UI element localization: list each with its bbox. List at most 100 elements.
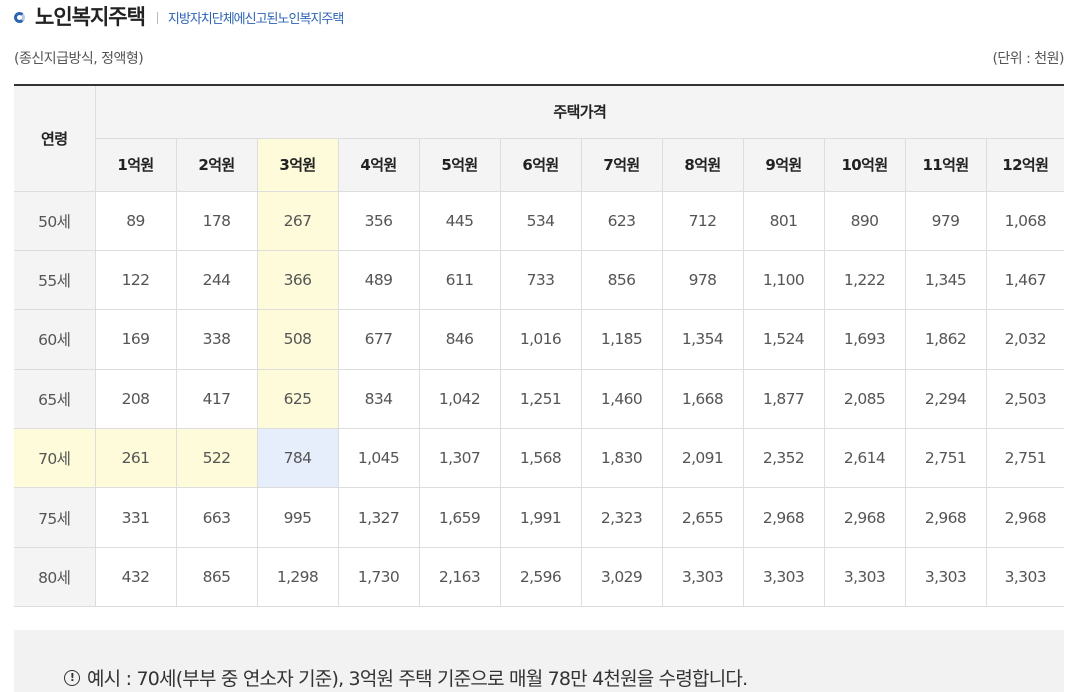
age-cell: 65세	[14, 369, 96, 430]
age-column-header: 연령	[14, 85, 96, 192]
price-column-header: 1억원	[95, 138, 177, 192]
amount-cell: 1,568	[500, 428, 582, 489]
amount-cell: 208	[95, 369, 177, 430]
table-row: 65세 208 417 625 834 1,042 1,251 1,460 1,668 1,877…	[14, 369, 1065, 430]
amount-cell: 2,032	[986, 309, 1065, 370]
amount-cell: 801	[743, 191, 825, 251]
amount-cell: 1,045	[338, 428, 420, 489]
amount-cell: 489	[338, 250, 420, 311]
example-note-text: 예시 : 70세(부부 중 연소자 기준), 3억원 주택 기준으로 매월 78…	[87, 668, 748, 690]
page-header: 노인복지주택 지방자치단체에신고된노인복지주택	[14, 0, 344, 32]
table-header-row: 연령 주택가격	[14, 85, 1065, 192]
amount-cell: 178	[176, 191, 258, 251]
payment-method-label: (종신지급방식, 정액형)	[14, 51, 144, 67]
amount-cell: 1,659	[419, 487, 501, 548]
amount-cell: 267	[257, 191, 339, 251]
amount-cell: 663	[176, 487, 258, 548]
amount-cell: 1,862	[905, 309, 987, 370]
amount-cell: 244	[176, 250, 258, 311]
age-cell: 60세	[14, 309, 96, 370]
amount-cell: 865	[176, 547, 258, 608]
amount-cell: 89	[95, 191, 177, 251]
amount-cell: 356	[338, 191, 420, 251]
amount-cell: 432	[95, 547, 177, 608]
amount-cell: 2,968	[743, 487, 825, 548]
amount-cell: 1,068	[986, 191, 1065, 251]
amount-cell: 1,830	[581, 428, 663, 489]
amount-cell: 1,307	[419, 428, 501, 489]
amount-cell: 677	[338, 309, 420, 370]
price-column-group-header: 주택가격	[95, 85, 1065, 139]
price-column-header: 5억원	[419, 138, 501, 192]
table-row: 75세 331 663 995 1,327 1,659 1,991 2,323 2,655 2,9…	[14, 487, 1065, 548]
amount-cell: 3,303	[905, 547, 987, 608]
table-row: 70세 261 522 784 1,045 1,307 1,568 1,830 2,091 2,3…	[14, 428, 1065, 489]
amount-cell: 2,294	[905, 369, 987, 430]
amount-cell: 1,730	[338, 547, 420, 608]
amount-cell: 1,354	[662, 309, 744, 370]
amount-cell: 2,655	[662, 487, 744, 548]
amount-cell: 522	[176, 428, 258, 489]
title-divider	[156, 12, 158, 24]
age-cell: 55세	[14, 250, 96, 311]
amount-cell: 890	[824, 191, 906, 251]
amount-cell: 2,614	[824, 428, 906, 489]
info-circle-icon: !	[64, 669, 80, 686]
amount-cell: 995	[257, 487, 339, 548]
amount-cell: 2,503	[986, 369, 1065, 430]
amount-cell: 1,668	[662, 369, 744, 430]
amount-cell: 417	[176, 369, 258, 430]
amount-cell: 1,222	[824, 250, 906, 311]
amount-cell: 2,323	[581, 487, 663, 548]
amount-cell: 2,091	[662, 428, 744, 489]
amount-cell: 331	[95, 487, 177, 548]
amount-cell: 979	[905, 191, 987, 251]
price-column-header: 8억원	[662, 138, 744, 192]
pension-table: 연령 주택가격 1억원 2억원 3억원 4억원 5억원 6억원 7억원 8억원 9억원 10억원 1…	[14, 84, 1065, 608]
amount-cell: 2,751	[986, 428, 1065, 489]
amount-cell: 3,303	[662, 547, 744, 608]
unit-label: (단위 : 천원)	[992, 51, 1064, 67]
table-row: 55세 122 244 366 489 611 733 856 978 1,100 1,222 1,3…	[14, 250, 1065, 311]
amount-cell: 3,303	[743, 547, 825, 608]
amount-cell: 122	[95, 250, 177, 311]
amount-cell: 625	[257, 369, 339, 430]
amount-cell: 2,968	[905, 487, 987, 548]
amount-cell: 1,251	[500, 369, 582, 430]
amount-cell: 846	[419, 309, 501, 370]
price-column-header: 4억원	[338, 138, 420, 192]
amount-cell: 623	[581, 191, 663, 251]
table-row: 80세 432 865 1,298 1,730 2,163 2,596 3,029 3,303 3…	[14, 547, 1065, 608]
title-bullet-icon	[14, 11, 25, 23]
amount-cell: 2,352	[743, 428, 825, 489]
amount-cell: 856	[581, 250, 663, 311]
amount-cell: 445	[419, 191, 501, 251]
amount-cell: 1,693	[824, 309, 906, 370]
amount-cell: 1,298	[257, 547, 339, 608]
amount-cell: 2,596	[500, 547, 582, 608]
price-column-header: 6억원	[500, 138, 582, 192]
example-note: ! 예시 : 70세(부부 중 연소자 기준), 3억원 주택 기준으로 매월 …	[64, 664, 748, 691]
age-cell: 50세	[14, 191, 96, 251]
amount-cell: 2,163	[419, 547, 501, 608]
amount-cell: 508	[257, 309, 339, 370]
amount-cell: 1,460	[581, 369, 663, 430]
amount-cell: 1,877	[743, 369, 825, 430]
amount-cell: 712	[662, 191, 744, 251]
amount-cell: 733	[500, 250, 582, 311]
amount-cell: 2,751	[905, 428, 987, 489]
table-body: 50세 89 178 267 356 445 534 623 712 801 890 979 1,068…	[14, 191, 1065, 608]
price-column-header: 9억원	[743, 138, 825, 192]
amount-cell: 1,327	[338, 487, 420, 548]
table-row: 50세 89 178 267 356 445 534 623 712 801 890 979 1,068	[14, 191, 1065, 251]
amount-cell: 784	[257, 428, 339, 489]
price-column-header: 10억원	[824, 138, 906, 192]
amount-cell: 3,303	[986, 547, 1065, 608]
age-cell: 75세	[14, 487, 96, 548]
amount-cell: 366	[257, 250, 339, 311]
amount-cell: 261	[95, 428, 177, 489]
amount-cell: 3,303	[824, 547, 906, 608]
amount-cell: 1,185	[581, 309, 663, 370]
amount-cell: 1,042	[419, 369, 501, 430]
price-column-header: 12억원	[986, 138, 1065, 192]
